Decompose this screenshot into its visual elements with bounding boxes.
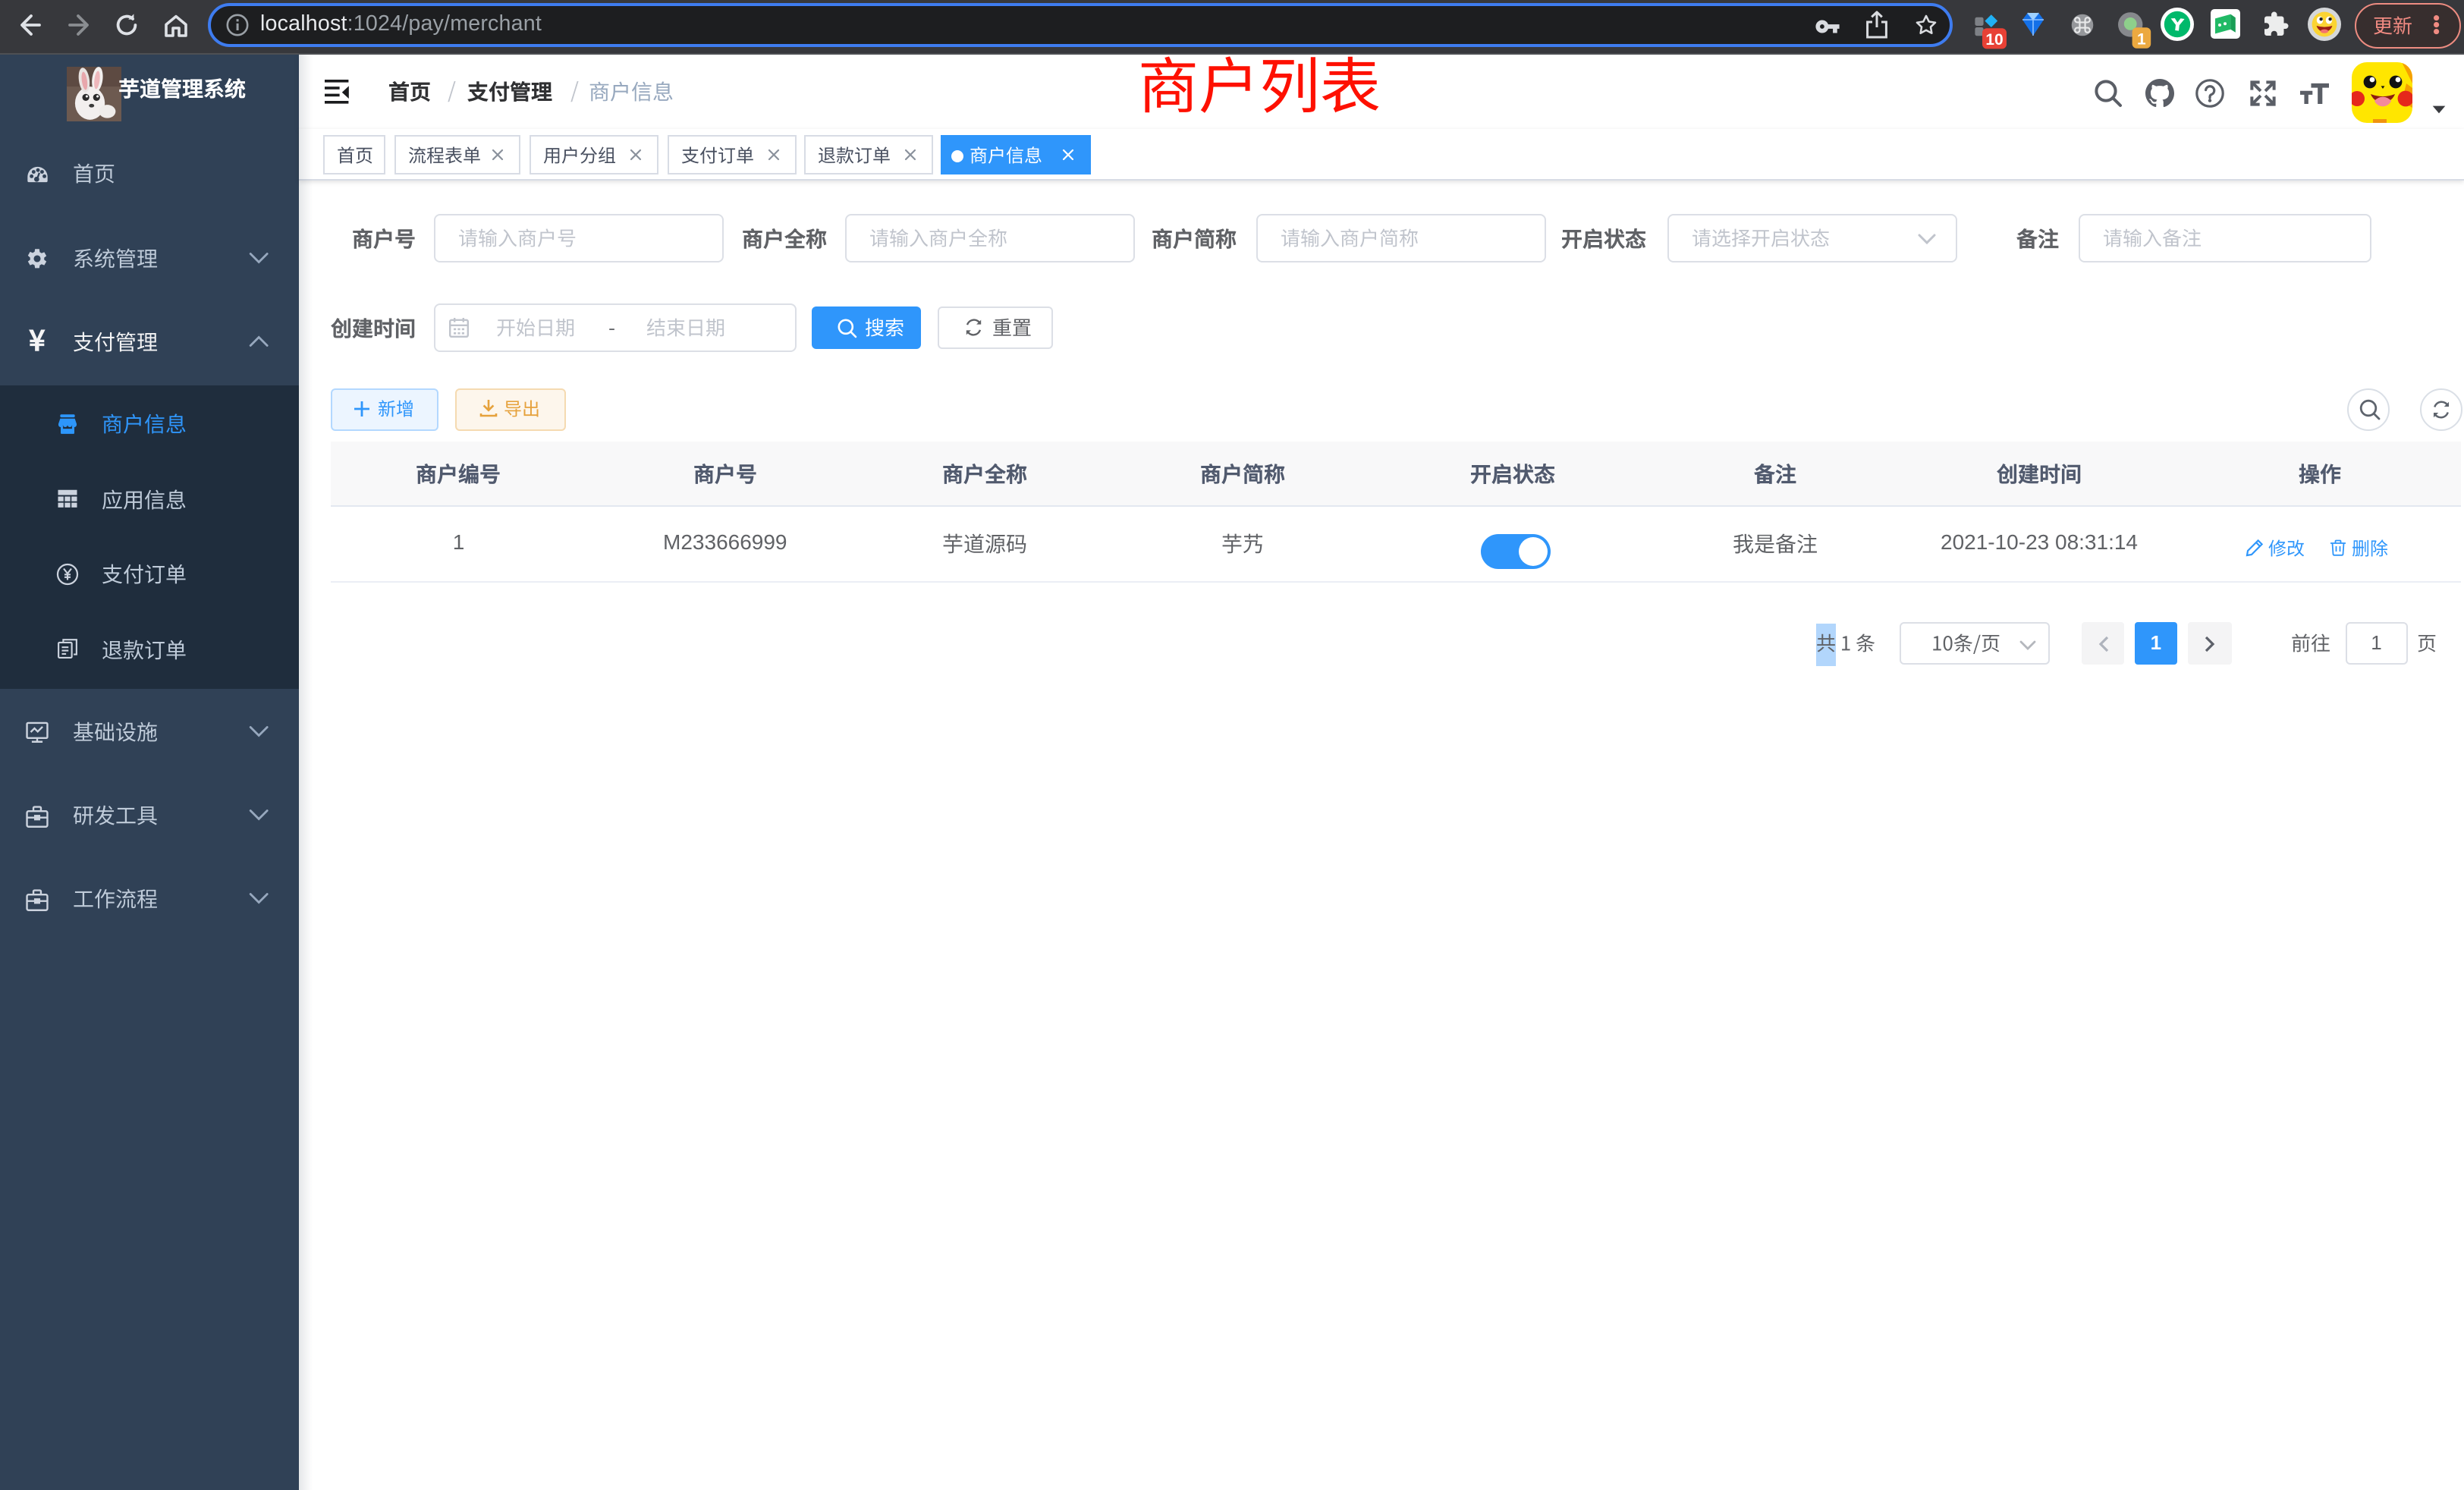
svg-text:1: 1 (2137, 30, 2146, 48)
svg-text:10: 10 (1985, 30, 2003, 48)
